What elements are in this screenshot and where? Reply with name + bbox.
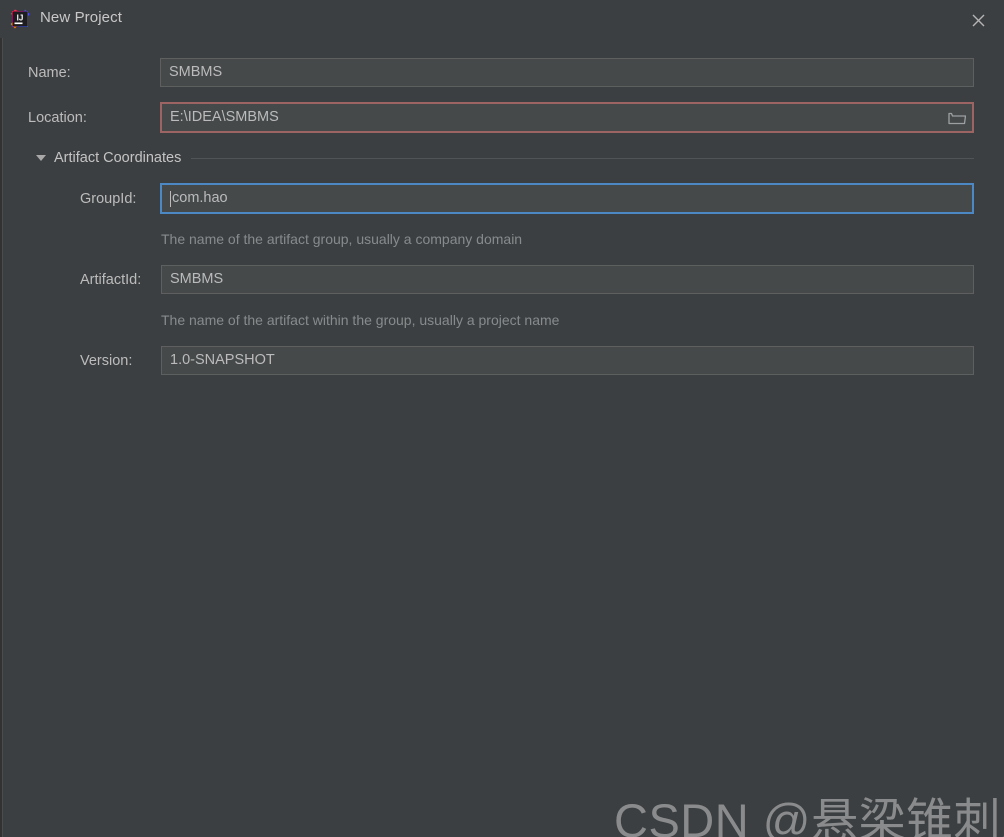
name-input-value: SMBMS [169, 64, 223, 81]
artifactid-hint: The name of the artifact within the grou… [161, 312, 560, 328]
location-label-wrap: Location: [28, 103, 87, 133]
text-caret [170, 190, 171, 207]
location-label: Location: [28, 110, 87, 126]
groupid-hint: The name of the artifact group, usually … [161, 231, 523, 247]
section-divider [191, 157, 974, 159]
artifactid-label-wrap: ArtifactId: [80, 265, 141, 295]
version-input-value: 1.0-SNAPSHOT [170, 352, 275, 369]
name-label: Name: [28, 65, 71, 81]
folder-icon[interactable] [948, 110, 967, 126]
artifact-coordinates-section-header[interactable]: Artifact Coordinates [36, 148, 974, 168]
location-input-value: E:\IDEA\SMBMS [170, 109, 279, 126]
name-label-wrap: Name: [28, 58, 71, 88]
groupid-input[interactable]: com.hao [160, 183, 974, 214]
svg-text:IJ: IJ [17, 14, 24, 23]
artifactid-input[interactable]: SMBMS [161, 265, 974, 294]
dialog-footer: Previous Next Cancel Help [0, 780, 1004, 837]
name-input[interactable]: SMBMS [160, 58, 974, 87]
artifact-coordinates-label: Artifact Coordinates [54, 150, 182, 166]
intellij-idea-icon: IJ [9, 8, 31, 30]
chevron-down-icon [36, 155, 46, 161]
version-input[interactable]: 1.0-SNAPSHOT [161, 346, 974, 375]
window-left-edge [0, 0, 3, 837]
version-label-wrap: Version: [80, 346, 132, 376]
close-icon[interactable] [966, 8, 990, 32]
page-title: New Project [40, 9, 122, 26]
title-bar: IJ New Project [0, 0, 1004, 38]
groupid-label-wrap: GroupId: [80, 184, 136, 214]
version-label: Version: [80, 353, 133, 369]
artifactid-input-value: SMBMS [170, 271, 224, 288]
groupid-input-value: com.hao [172, 190, 228, 207]
location-input[interactable]: E:\IDEA\SMBMS [160, 102, 974, 133]
groupid-label: GroupId: [80, 191, 137, 207]
artifactid-label: ArtifactId: [80, 272, 142, 288]
